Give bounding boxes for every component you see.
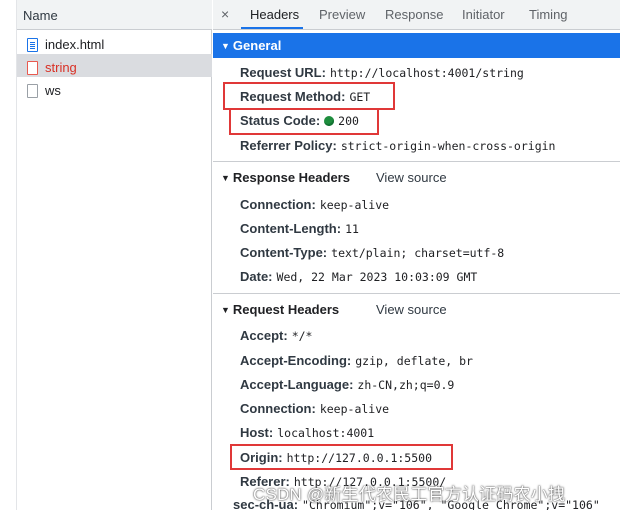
header-key: Accept-Language: <box>240 377 354 392</box>
header-value: Wed, 22 Mar 2023 10:03:09 GMT <box>276 270 478 284</box>
header-key: Accept: <box>240 328 288 343</box>
header-value: http://localhost:4001/string <box>329 66 524 80</box>
header-value: keep-alive <box>319 198 390 212</box>
header-key: Referrer Policy: <box>240 138 337 153</box>
header-key: Content-Length: <box>240 221 342 236</box>
view-source-link[interactable]: View source <box>376 170 447 185</box>
header-row-connection: Connection: keep-alive <box>240 197 389 212</box>
name-column-header[interactable]: Name <box>17 0 212 30</box>
header-value: strict-origin-when-cross-origin <box>340 139 556 153</box>
request-details-panel: × Headers Preview Response Initiator Tim… <box>213 0 620 510</box>
request-name: index.html <box>45 37 105 52</box>
expand-triangle-icon: ▼ <box>221 304 230 315</box>
request-headers-section-header[interactable]: ▼ Request Headers View source <box>213 297 620 322</box>
highlight-box-request-method <box>223 82 395 110</box>
header-value: localhost:4001 <box>277 426 375 440</box>
request-row-index-html[interactable]: index.html <box>17 31 212 54</box>
header-key: Request URL: <box>240 65 326 80</box>
header-row-accept-encoding: Accept-Encoding: gzip, deflate, br <box>240 353 473 368</box>
highlight-box-status-code <box>229 108 379 135</box>
request-row-ws[interactable]: ws <box>17 77 212 100</box>
tab-preview[interactable]: Preview <box>319 7 365 22</box>
header-value: 11 <box>345 222 359 236</box>
request-name: string <box>45 60 77 75</box>
watermark-text: CSDN @新生代农民工官方认证码农小拽 <box>253 485 566 504</box>
header-value: text/plain; charset=utf-8 <box>331 246 505 260</box>
active-tab-indicator <box>241 27 303 29</box>
document-icon <box>27 37 38 52</box>
header-row-connection: Connection: keep-alive <box>240 401 389 416</box>
header-row-accept: Accept: */* <box>240 328 312 343</box>
expand-triangle-icon: ▼ <box>221 40 230 51</box>
section-title: Request Headers <box>232 302 340 317</box>
request-name: ws <box>45 83 61 98</box>
header-key: Accept-Encoding: <box>240 353 352 368</box>
header-value: gzip, deflate, br <box>355 354 473 368</box>
header-key: Connection: <box>240 401 316 416</box>
left-gutter <box>0 0 17 510</box>
close-icon[interactable]: × <box>221 6 229 22</box>
header-key: Host: <box>240 425 274 440</box>
view-source-link[interactable]: View source <box>376 302 447 317</box>
request-row-string[interactable]: string <box>17 54 212 77</box>
section-title: General <box>232 38 282 53</box>
header-key: Content-Type: <box>240 245 328 260</box>
header-value: keep-alive <box>319 402 390 416</box>
request-list-panel: Name index.html string ws <box>0 0 212 510</box>
header-row-request-url: Request URL: http://localhost:4001/string <box>240 65 524 80</box>
header-row-host: Host: localhost:4001 <box>240 425 374 440</box>
header-row-accept-language: Accept-Language: zh-CN,zh;q=0.9 <box>240 377 454 392</box>
header-row-referrer-policy: Referrer Policy: strict-origin-when-cross… <box>240 138 555 153</box>
response-headers-section-header[interactable]: ▼ Response Headers View source <box>213 165 620 190</box>
section-title: Response Headers <box>232 170 350 185</box>
header-value: zh-CN,zh;q=0.9 <box>357 378 455 392</box>
header-row-content-type: Content-Type: text/plain; charset=utf-8 <box>240 245 504 260</box>
section-divider <box>213 161 620 162</box>
header-value: */* <box>291 329 313 343</box>
file-error-icon <box>27 60 38 75</box>
tab-response[interactable]: Response <box>385 7 444 22</box>
tab-timing[interactable]: Timing <box>529 7 568 22</box>
header-row-content-length: Content-Length: 11 <box>240 221 359 236</box>
tab-headers[interactable]: Headers <box>250 7 299 22</box>
section-divider <box>213 293 620 294</box>
tab-initiator[interactable]: Initiator <box>462 7 505 22</box>
highlight-box-origin <box>230 444 453 470</box>
details-tabbar: × Headers Preview Response Initiator Tim… <box>213 0 620 30</box>
header-key: Connection: <box>240 197 316 212</box>
header-key: Date: <box>240 269 273 284</box>
file-icon <box>27 83 38 98</box>
header-row-date: Date: Wed, 22 Mar 2023 10:03:09 GMT <box>240 269 477 284</box>
general-section-header[interactable]: ▼ General <box>213 33 620 58</box>
expand-triangle-icon: ▼ <box>221 172 230 183</box>
